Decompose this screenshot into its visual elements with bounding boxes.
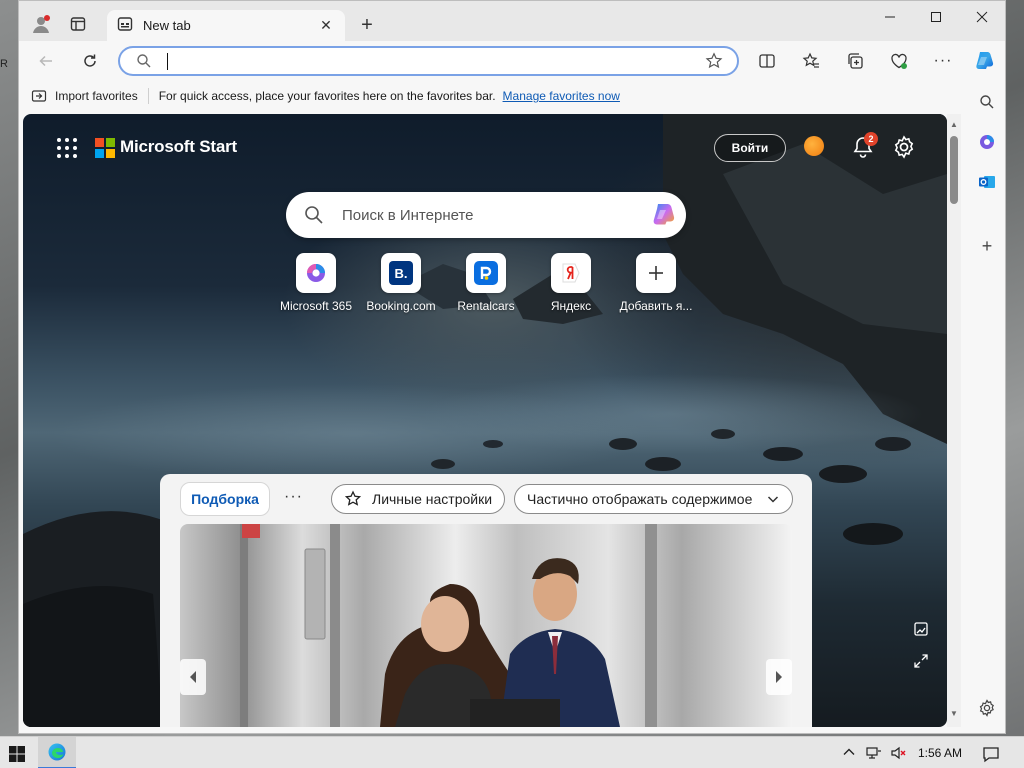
feed-hero-image[interactable]: [180, 524, 792, 727]
copilot-search-icon[interactable]: [648, 200, 678, 233]
maximize-button[interactable]: [913, 1, 959, 33]
tab-feed-picks[interactable]: Подборка: [180, 482, 270, 516]
taskbar: 1:56 AM: [0, 736, 1024, 768]
carousel-prev-button[interactable]: [180, 659, 206, 695]
desktop-icon-label-fragment[interactable]: R: [0, 58, 18, 70]
plus-icon: [636, 253, 676, 293]
windows-start-icon[interactable]: [8, 745, 26, 766]
scroll-thumb[interactable]: [950, 136, 958, 204]
app-launcher-icon[interactable]: [55, 136, 79, 160]
booking-icon: B.: [381, 253, 421, 293]
favorites-icon[interactable]: [796, 47, 826, 75]
manage-favorites-link[interactable]: Manage favorites now: [503, 89, 620, 103]
quick-link-label: Добавить я...: [619, 299, 693, 313]
tray-chevron-up-icon[interactable]: [842, 745, 856, 762]
quick-link-label: Rentalcars: [457, 299, 515, 313]
more-menu-icon[interactable]: ···: [928, 47, 958, 75]
import-favorites-icon: [31, 88, 47, 104]
personalize-label: Личные настройки: [372, 491, 493, 507]
quick-link-add[interactable]: Добавить я...: [611, 253, 701, 313]
edge-sidebar: +: [967, 81, 1005, 733]
tab-title: New tab: [143, 18, 191, 33]
favorite-star-icon[interactable]: [705, 52, 723, 73]
personalize-star-icon: [344, 490, 362, 508]
rentalcars-icon: [466, 253, 506, 293]
close-window-button[interactable]: [959, 1, 1005, 33]
back-button[interactable]: [31, 47, 61, 75]
browser-essentials-icon[interactable]: [884, 47, 914, 75]
import-favorites-label: Import favorites: [55, 89, 138, 103]
notification-count-badge: 2: [864, 132, 878, 146]
chevron-down-icon: [766, 492, 780, 506]
sidebar-microsoft365-icon[interactable]: [973, 128, 1001, 156]
page-settings-icon[interactable]: [891, 134, 917, 160]
new-tab-button[interactable]: +: [353, 11, 381, 39]
volume-muted-icon[interactable]: [890, 745, 906, 764]
content-visibility-dropdown[interactable]: Частично отображать содержимое: [514, 484, 793, 514]
background-info-icon[interactable]: [912, 620, 930, 638]
microsoft365-icon: [296, 253, 336, 293]
page-scrollbar[interactable]: ▲ ▼: [947, 114, 961, 727]
tab-new-tab[interactable]: New tab ✕: [107, 10, 345, 41]
brand-title[interactable]: Microsoft Start: [120, 137, 237, 157]
web-search-box[interactable]: Поиск в Интернете: [286, 192, 686, 238]
network-icon[interactable]: [866, 745, 882, 764]
title-bar: New tab ✕ +: [19, 1, 1005, 41]
weather-icon[interactable]: [804, 136, 824, 156]
collections-icon[interactable]: [840, 47, 870, 75]
quick-link-booking[interactable]: B. Booking.com: [356, 253, 446, 313]
microsoft-logo-icon: [95, 138, 115, 158]
browser-window: New tab ✕ + ··· Import favorites For qui…: [18, 0, 1006, 734]
scroll-up-arrow-icon[interactable]: ▲: [949, 120, 959, 130]
sidebar-search-icon[interactable]: [973, 88, 1001, 116]
quick-link-label: Microsoft 365: [279, 299, 353, 313]
favorites-hint-text: For quick access, place your favorites h…: [158, 89, 496, 103]
text-caret: [167, 53, 168, 70]
close-tab-icon[interactable]: ✕: [317, 17, 335, 35]
taskbar-edge-button[interactable]: [38, 737, 76, 768]
new-tab-page-icon: [117, 16, 133, 35]
news-feed-panel: Подборка ··· Личные настройки Частично о…: [160, 474, 812, 727]
minimize-button[interactable]: [867, 1, 913, 33]
navigation-toolbar: ···: [19, 41, 1005, 81]
sign-in-button[interactable]: Войти: [714, 134, 786, 162]
personalize-button[interactable]: Личные настройки: [331, 484, 506, 514]
web-search-icon: [304, 205, 324, 228]
quick-link-rentalcars[interactable]: Rentalcars: [441, 253, 531, 313]
sidebar-outlook-icon[interactable]: [973, 168, 1001, 196]
clock-time[interactable]: 1:56 AM: [918, 746, 962, 760]
address-input[interactable]: [164, 52, 684, 70]
search-icon: [136, 53, 152, 72]
quick-link-label: Booking.com: [366, 299, 436, 313]
quick-link-yandex[interactable]: Яндекс: [526, 253, 616, 313]
yandex-icon: [551, 253, 591, 293]
hero-photo: [240, 524, 657, 727]
new-tab-page: Microsoft Start Войти 2 Поиск в Интернет…: [23, 114, 947, 727]
edge-icon: [48, 743, 66, 761]
carousel-next-button[interactable]: [766, 659, 792, 695]
notification-center-icon[interactable]: [982, 745, 1000, 766]
quick-link-microsoft365[interactable]: Microsoft 365: [271, 253, 361, 313]
feed-more-button[interactable]: ···: [284, 488, 303, 506]
sidebar-settings-icon[interactable]: [973, 694, 1001, 722]
content-visibility-label: Частично отображать содержимое: [527, 491, 753, 507]
profile-icon[interactable]: [27, 10, 55, 38]
fullscreen-expand-icon[interactable]: [912, 652, 930, 670]
import-favorites-button[interactable]: Import favorites: [31, 88, 138, 104]
sidebar-add-icon[interactable]: +: [973, 232, 1001, 260]
split-screen-icon[interactable]: [752, 47, 782, 75]
copilot-icon[interactable]: [969, 47, 999, 75]
scroll-down-arrow-icon[interactable]: ▼: [949, 709, 959, 719]
refresh-button[interactable]: [75, 47, 105, 75]
tab-actions-icon[interactable]: [64, 10, 92, 38]
favorites-bar: Import favorites For quick access, place…: [19, 81, 967, 111]
search-placeholder: Поиск в Интернете: [342, 207, 474, 224]
favorites-divider: [147, 88, 149, 104]
address-bar[interactable]: [118, 46, 739, 76]
quick-link-label: Яндекс: [550, 299, 592, 313]
